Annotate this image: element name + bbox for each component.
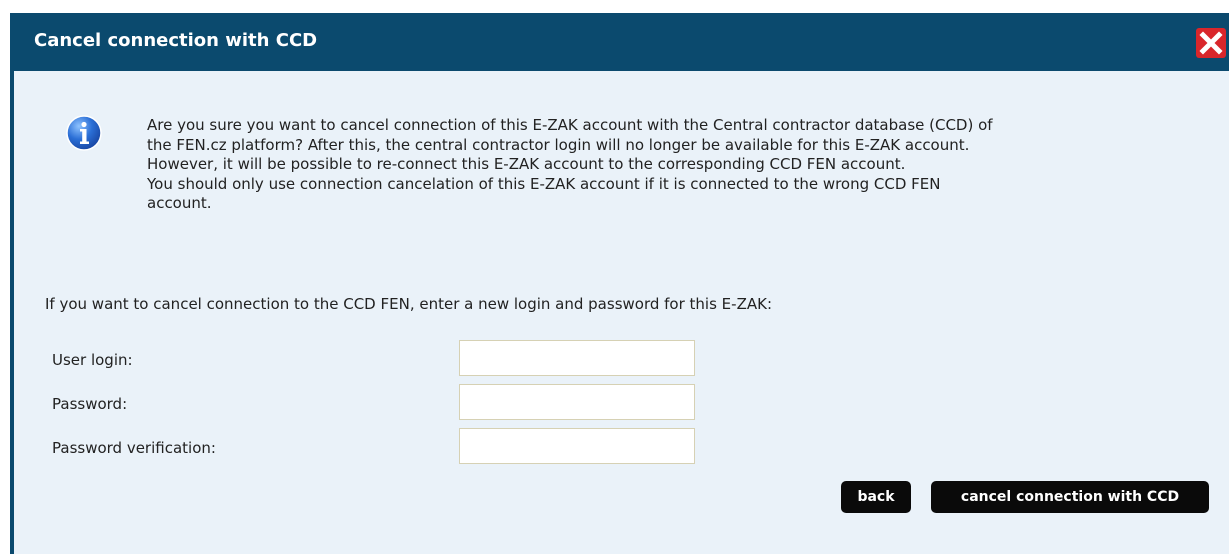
info-icon	[66, 115, 102, 155]
dialog-title: Cancel connection with CCD	[34, 30, 318, 51]
password-verification-label: Password verification:	[52, 439, 216, 457]
message-line: You should only use connection cancelati…	[147, 174, 941, 193]
message-line: Are you sure you want to cancel connecti…	[147, 116, 993, 134]
cancel-connection-dialog: Cancel connection with CCD Are you sure …	[10, 13, 1229, 554]
close-icon[interactable]	[1196, 28, 1226, 58]
back-button[interactable]: back	[841, 481, 911, 513]
message-line: the FEN.cz platform? After this, the cen…	[147, 135, 970, 154]
user-login-input[interactable]	[459, 340, 695, 376]
message-line: account.	[147, 194, 212, 212]
password-label: Password:	[52, 395, 128, 413]
password-input[interactable]	[459, 384, 695, 420]
confirmation-message: Are you sure you want to cancel connecti…	[147, 116, 1202, 214]
password-verification-input[interactable]	[459, 428, 695, 464]
user-login-label: User login:	[52, 351, 133, 369]
new-credentials-prompt: If you want to cancel connection to the …	[45, 295, 772, 313]
message-line: However, it will be possible to re-conne…	[147, 155, 906, 173]
cancel-connection-button[interactable]: cancel connection with CCD	[931, 481, 1209, 513]
dialog-titlebar: Cancel connection with CCD	[10, 13, 1229, 71]
